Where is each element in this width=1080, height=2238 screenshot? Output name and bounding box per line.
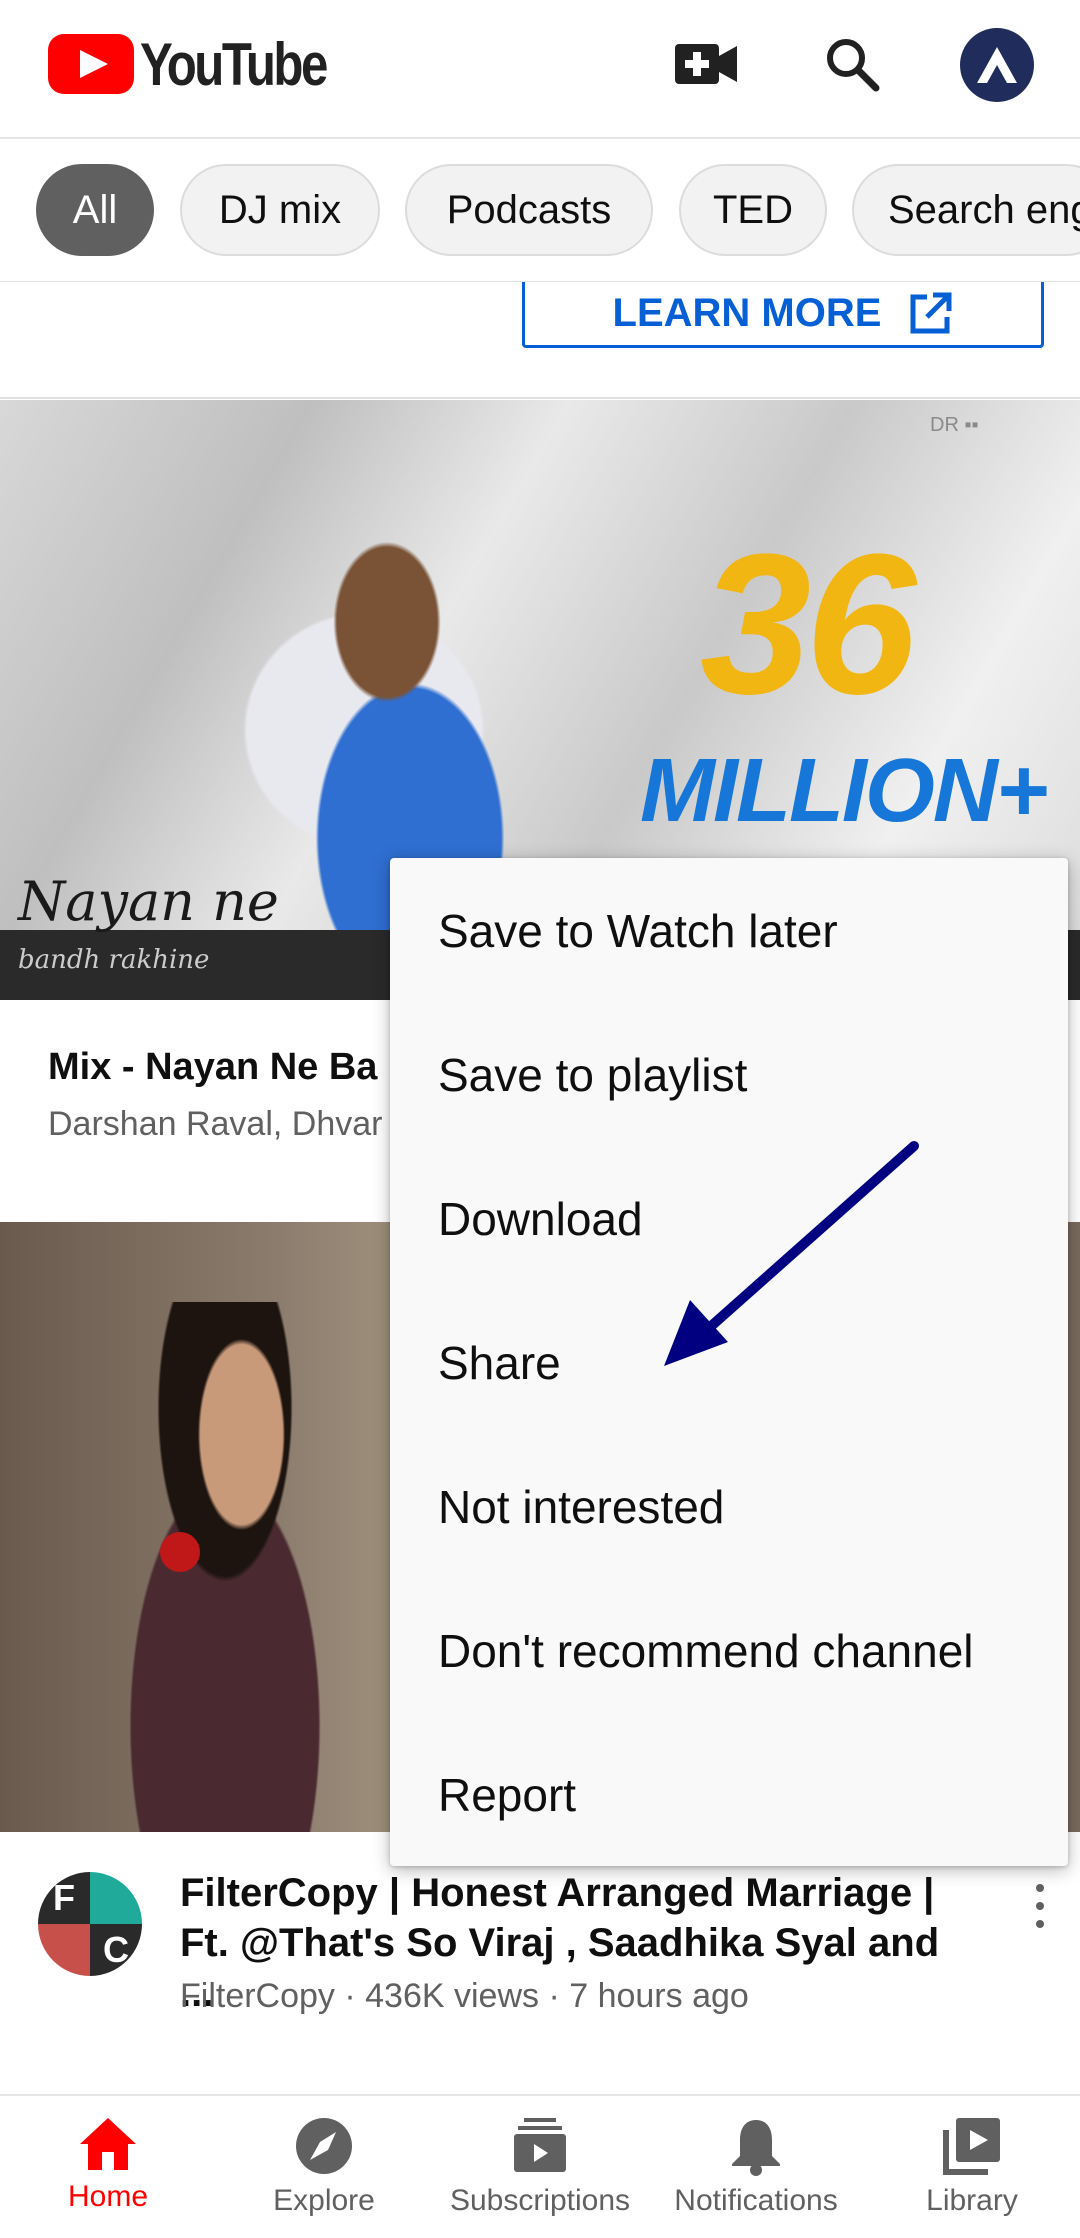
thumbnail-script-title: Nayan ne [18, 870, 279, 933]
video-subtitle: Darshan Raval, Dhvar [48, 1105, 383, 1143]
library-icon [943, 2118, 1000, 2175]
menu-item-report[interactable]: Report [438, 1768, 576, 1822]
more-options-icon[interactable] [1020, 1876, 1060, 1936]
learn-more-label: LEARN MORE [612, 291, 882, 335]
video-options-menu: Save to Watch later Save to playlist Dow… [390, 858, 1068, 1866]
nav-label: Home [67, 2180, 149, 2213]
nav-label: Library [926, 2184, 1018, 2217]
brand-logos: DR ▪▪ [930, 414, 979, 436]
menu-item-save-playlist[interactable]: Save to playlist [438, 1048, 747, 1102]
avatar-quadrant [38, 1924, 90, 1976]
thumbnail-script-subtitle: bandh rakhine [18, 945, 210, 975]
nav-library[interactable]: Library [864, 2096, 1080, 2238]
menu-item-share[interactable]: Share [438, 1336, 561, 1390]
nav-label: Subscriptions [449, 2184, 631, 2217]
video-subtitle: FilterCopy · 436K views · 7 hours ago [180, 1977, 749, 2015]
learn-more-button[interactable]: LEARN MORE [522, 282, 1044, 348]
chip-podcasts[interactable]: Podcasts [405, 164, 653, 256]
account-avatar[interactable] [960, 28, 1034, 102]
video-camera-plus-icon[interactable] [670, 34, 742, 94]
video-title: Mix - Nayan Ne Ba [48, 1046, 378, 1088]
rose-image [160, 1532, 200, 1572]
home-icon [80, 2118, 136, 2170]
chip-all[interactable]: All [36, 164, 154, 256]
thumbnail-views-number: 36 [700, 513, 916, 736]
nav-home[interactable]: Home [0, 2096, 216, 2238]
channel-avatar[interactable]: F C [38, 1872, 142, 1976]
top-app-bar: YouTube [0, 0, 1080, 139]
chip-search-engine[interactable]: Search eng [852, 164, 1080, 256]
search-icon[interactable] [818, 30, 886, 98]
nav-explore[interactable]: Explore [216, 2096, 432, 2238]
youtube-logo[interactable]: YouTube [48, 31, 367, 98]
chip-dj-mix[interactable]: DJ mix [180, 164, 380, 256]
nav-label: Explore [273, 2184, 375, 2217]
subscriptions-icon [514, 2118, 566, 2172]
menu-item-download[interactable]: Download [438, 1192, 643, 1246]
menu-item-save-watch-later[interactable]: Save to Watch later [438, 904, 838, 958]
avatar-letter-f: F [38, 1872, 90, 1924]
compass-icon [296, 2118, 352, 2174]
bell-icon [732, 2120, 780, 2176]
bottom-navigation: Home Explore Subscriptions Notifications… [0, 2094, 1080, 2238]
logo-text: YouTube [140, 30, 328, 98]
filter-chips-bar: All DJ mix Podcasts TED Search eng [0, 139, 1080, 282]
avatar-letter-c: C [90, 1924, 142, 1976]
youtube-play-icon [48, 34, 134, 94]
avatar-quadrant [90, 1872, 142, 1924]
video-card: F C FilterCopy | Honest Arranged Marriag… [0, 1832, 1080, 2092]
ad-card: LEARN MORE [0, 282, 1080, 399]
video-meta[interactable]: Mix - Nayan Ne Ba Darshan Raval, Dhvar [48, 1046, 388, 1144]
nav-label: Notifications [674, 2184, 838, 2217]
nav-subscriptions[interactable]: Subscriptions [432, 2096, 648, 2238]
thumbnail-million-text: MILLION+ [640, 741, 1048, 841]
menu-item-dont-recommend[interactable]: Don't recommend channel [438, 1624, 974, 1678]
thumbnail-image [60, 1302, 390, 1832]
menu-item-not-interested[interactable]: Not interested [438, 1480, 724, 1534]
external-link-icon [910, 292, 952, 333]
chip-ted[interactable]: TED [679, 164, 827, 256]
nav-notifications[interactable]: Notifications [648, 2096, 864, 2238]
